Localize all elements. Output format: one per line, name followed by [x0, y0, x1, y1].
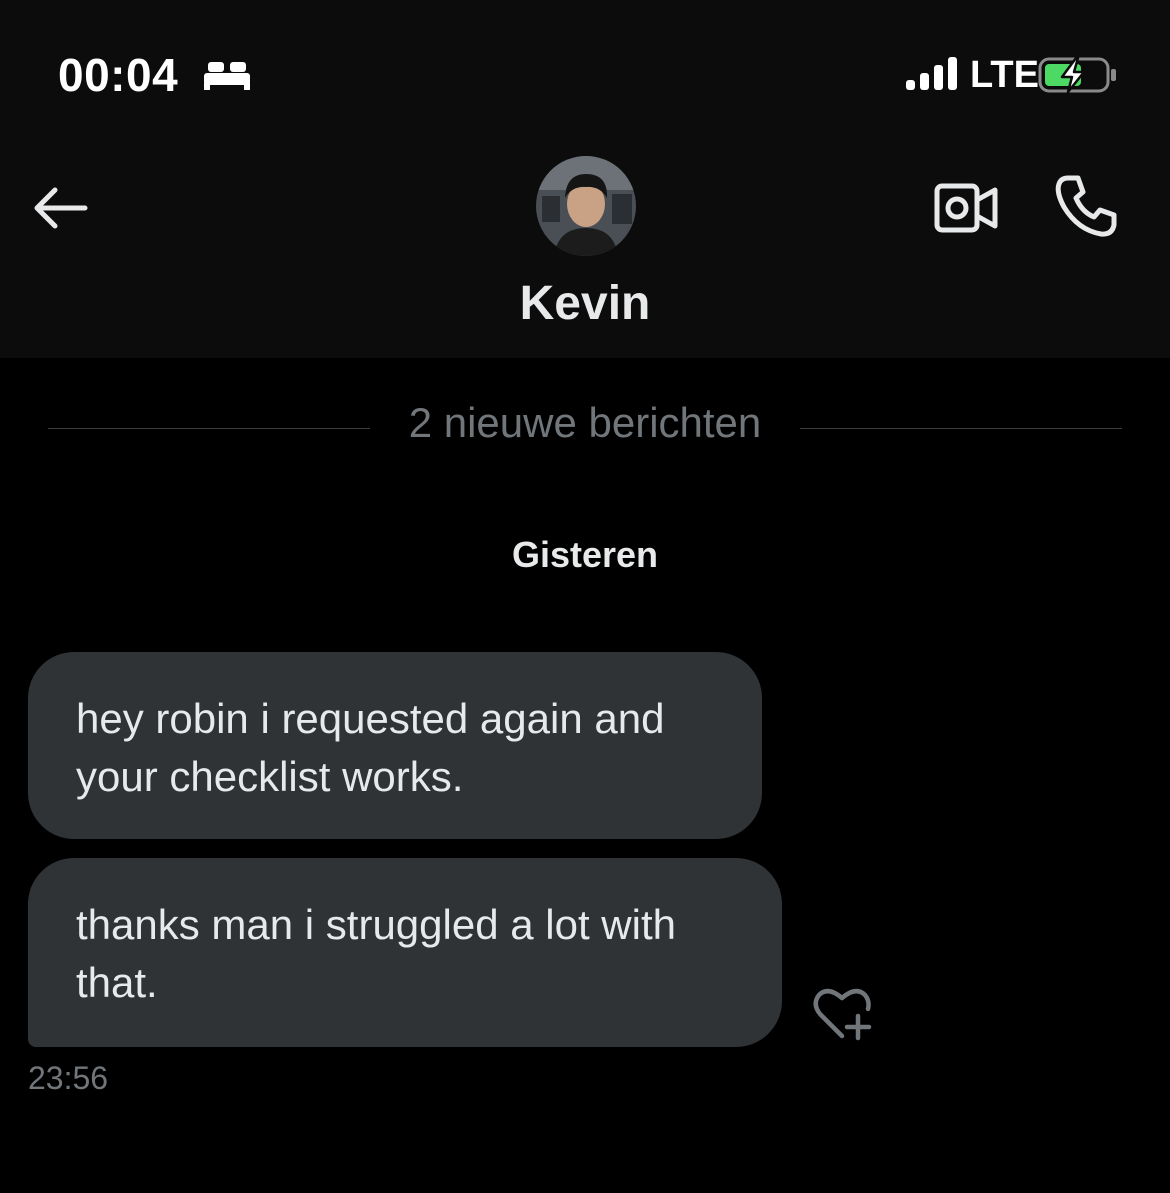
conversation-header: 00:04 LTE Kevin — [0, 0, 1170, 358]
back-button[interactable] — [28, 176, 92, 240]
bed-icon — [204, 62, 250, 90]
contact-name[interactable]: Kevin — [385, 274, 785, 334]
message-text: hey robin i requested again and your che… — [76, 695, 665, 800]
battery-charging-icon — [1038, 56, 1116, 94]
divider-line-left — [48, 428, 370, 429]
message-bubble[interactable]: thanks man i struggled a lot with that. — [28, 858, 782, 1047]
message-timestamp: 23:56 — [28, 1060, 109, 1096]
arrow-left-icon — [34, 187, 88, 229]
message-bubble[interactable]: hey robin i requested again and your che… — [28, 652, 762, 839]
voice-call-button[interactable] — [1050, 170, 1122, 242]
video-camera-icon — [934, 183, 998, 233]
contact-avatar[interactable] — [536, 156, 636, 256]
divider-line-right — [800, 428, 1122, 429]
avatar-photo — [536, 156, 636, 256]
status-time: 00:04 — [58, 49, 179, 101]
date-separator: Gisteren — [511, 534, 659, 575]
new-messages-divider-label: 2 nieuwe berichten — [408, 399, 762, 446]
add-reaction-button[interactable] — [808, 982, 880, 1046]
video-call-button[interactable] — [930, 176, 1002, 240]
phone-icon — [1055, 175, 1117, 237]
message-text: thanks man i struggled a lot with that. — [76, 901, 676, 1006]
network-type-label: LTE — [970, 54, 1039, 96]
cellular-signal-icon — [906, 57, 957, 90]
heart-plus-icon — [813, 988, 872, 1041]
